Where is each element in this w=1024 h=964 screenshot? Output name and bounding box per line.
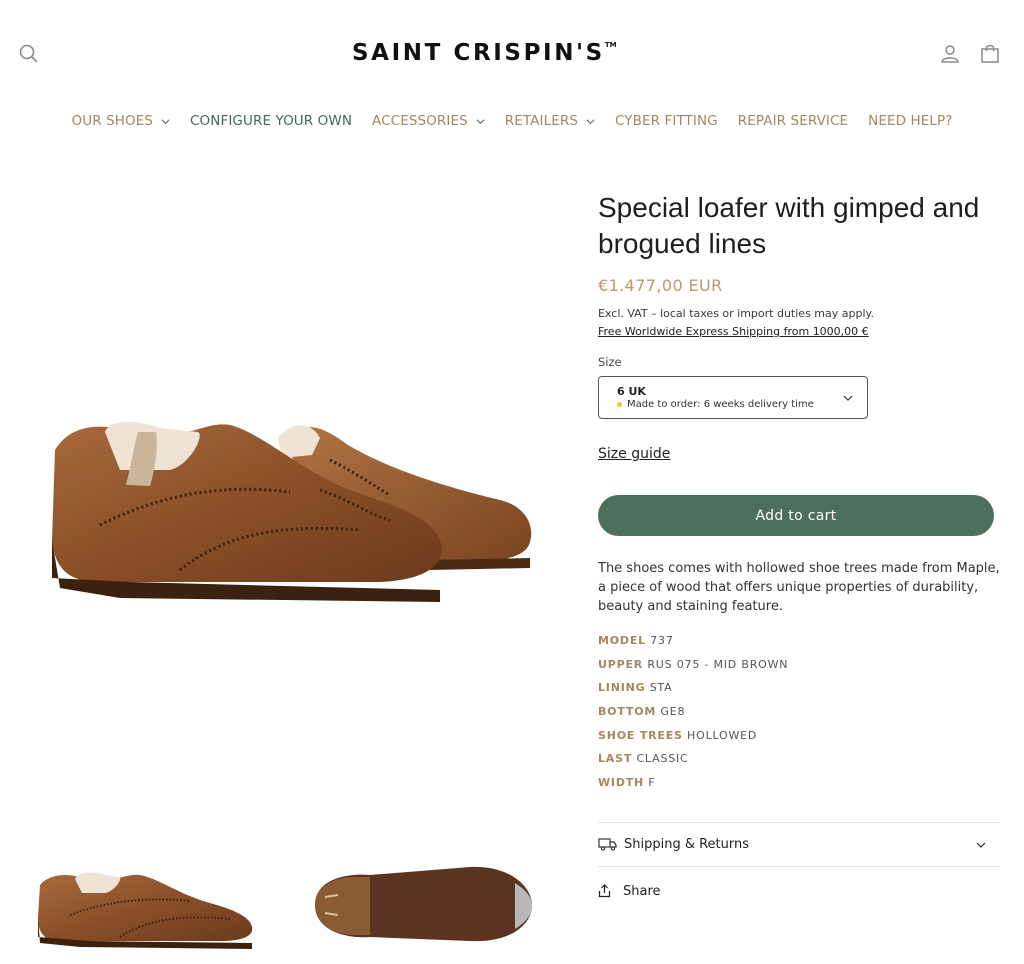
chevron-down-icon bbox=[161, 118, 170, 124]
spec-row: LINING STA bbox=[598, 681, 673, 695]
accordion-label: Shipping & Returns bbox=[624, 836, 750, 852]
nav-label: ACCESSORIES bbox=[372, 113, 468, 129]
nav-label: REPAIR SERVICE bbox=[737, 113, 849, 129]
chevron-down-icon bbox=[476, 118, 485, 124]
nav-label: NEED HELP? bbox=[868, 113, 953, 129]
spec-row: WIDTH F bbox=[598, 776, 656, 790]
account-icon[interactable] bbox=[938, 42, 962, 66]
nav-item-accessories[interactable]: ACCESSORIES bbox=[362, 110, 495, 132]
nav-item-repair-service[interactable]: REPAIR SERVICE bbox=[728, 110, 858, 132]
size-label: Size bbox=[598, 355, 622, 369]
nav-item-configure-your-own[interactable]: CONFIGURE YOUR OWN bbox=[180, 110, 362, 132]
nav-label: OUR SHOES bbox=[71, 113, 154, 129]
size-availability-text: Made to order: 6 weeks delivery time bbox=[627, 399, 814, 410]
product-thumbnail[interactable] bbox=[300, 845, 540, 955]
product-title: Special loafer with gimped and brogued l… bbox=[598, 192, 980, 259]
spec-row: SHOE TREES HOLLOWED bbox=[598, 728, 758, 742]
add-to-cart-button[interactable]: Add to cart bbox=[598, 495, 994, 536]
cart-icon[interactable] bbox=[978, 42, 1002, 66]
share-label: Share bbox=[623, 883, 661, 899]
tax-note: Excl. VAT – local taxes or import duties… bbox=[598, 307, 874, 320]
free-shipping-link[interactable]: Free Worldwide Express Shipping from 100… bbox=[598, 325, 869, 338]
spec-row: MODEL 737 bbox=[598, 634, 674, 647]
product-description: The shoes comes with hollowed shoe trees… bbox=[598, 561, 1000, 614]
nav-item-cyber-fitting[interactable]: CYBER FITTING bbox=[605, 110, 728, 132]
spec-row: LAST CLASSIC bbox=[598, 752, 689, 766]
size-value: 6 UK bbox=[617, 385, 646, 398]
search-icon[interactable] bbox=[17, 42, 41, 66]
status-dot-icon bbox=[617, 402, 622, 407]
nav-item-need-help[interactable]: NEED HELP? bbox=[858, 110, 962, 132]
share-icon bbox=[598, 884, 611, 898]
truck-icon bbox=[598, 838, 617, 851]
product-info: Special loafer with gimped and brogued l… bbox=[598, 190, 1000, 799]
site-header: SAINT CRISPIN'STM bbox=[0, 0, 1024, 100]
divider bbox=[598, 866, 1000, 867]
chevron-down-icon bbox=[843, 395, 853, 401]
nav-item-retailers[interactable]: RETAILERS bbox=[495, 110, 605, 132]
size-availability: Made to order: 6 weeks delivery time bbox=[617, 399, 849, 410]
main-nav: OUR SHOES CONFIGURE YOUR OWN ACCESSORIES… bbox=[0, 110, 1024, 132]
shipping-returns-accordion[interactable]: Shipping & Returns bbox=[598, 832, 1000, 856]
nav-label: CONFIGURE YOUR OWN bbox=[190, 113, 353, 129]
nav-label: RETAILERS bbox=[504, 113, 578, 129]
size-select[interactable]: 6 UK Made to order: 6 weeks delivery tim… bbox=[598, 376, 868, 419]
spec-row: BOTTOM GE8 bbox=[598, 705, 686, 719]
product-thumbnail[interactable] bbox=[30, 845, 270, 955]
product-specs: MODEL 737 UPPER RUS 075 - MID BROWN LINI… bbox=[598, 633, 1000, 799]
product-price: €1.477,00 EUR bbox=[598, 276, 723, 295]
share-button[interactable]: Share bbox=[598, 881, 661, 901]
nav-label: CYBER FITTING bbox=[615, 113, 718, 129]
site-logo[interactable]: SAINT CRISPIN'STM bbox=[352, 40, 672, 70]
size-guide-link[interactable]: Size guide bbox=[598, 446, 670, 462]
chevron-down-icon bbox=[586, 118, 595, 124]
spec-row: UPPER RUS 075 - MID BROWN bbox=[598, 657, 789, 671]
divider bbox=[598, 822, 1000, 823]
chevron-down-icon bbox=[976, 842, 986, 848]
nav-item-our-shoes[interactable]: OUR SHOES bbox=[62, 110, 181, 132]
product-main-image[interactable] bbox=[30, 170, 560, 810]
